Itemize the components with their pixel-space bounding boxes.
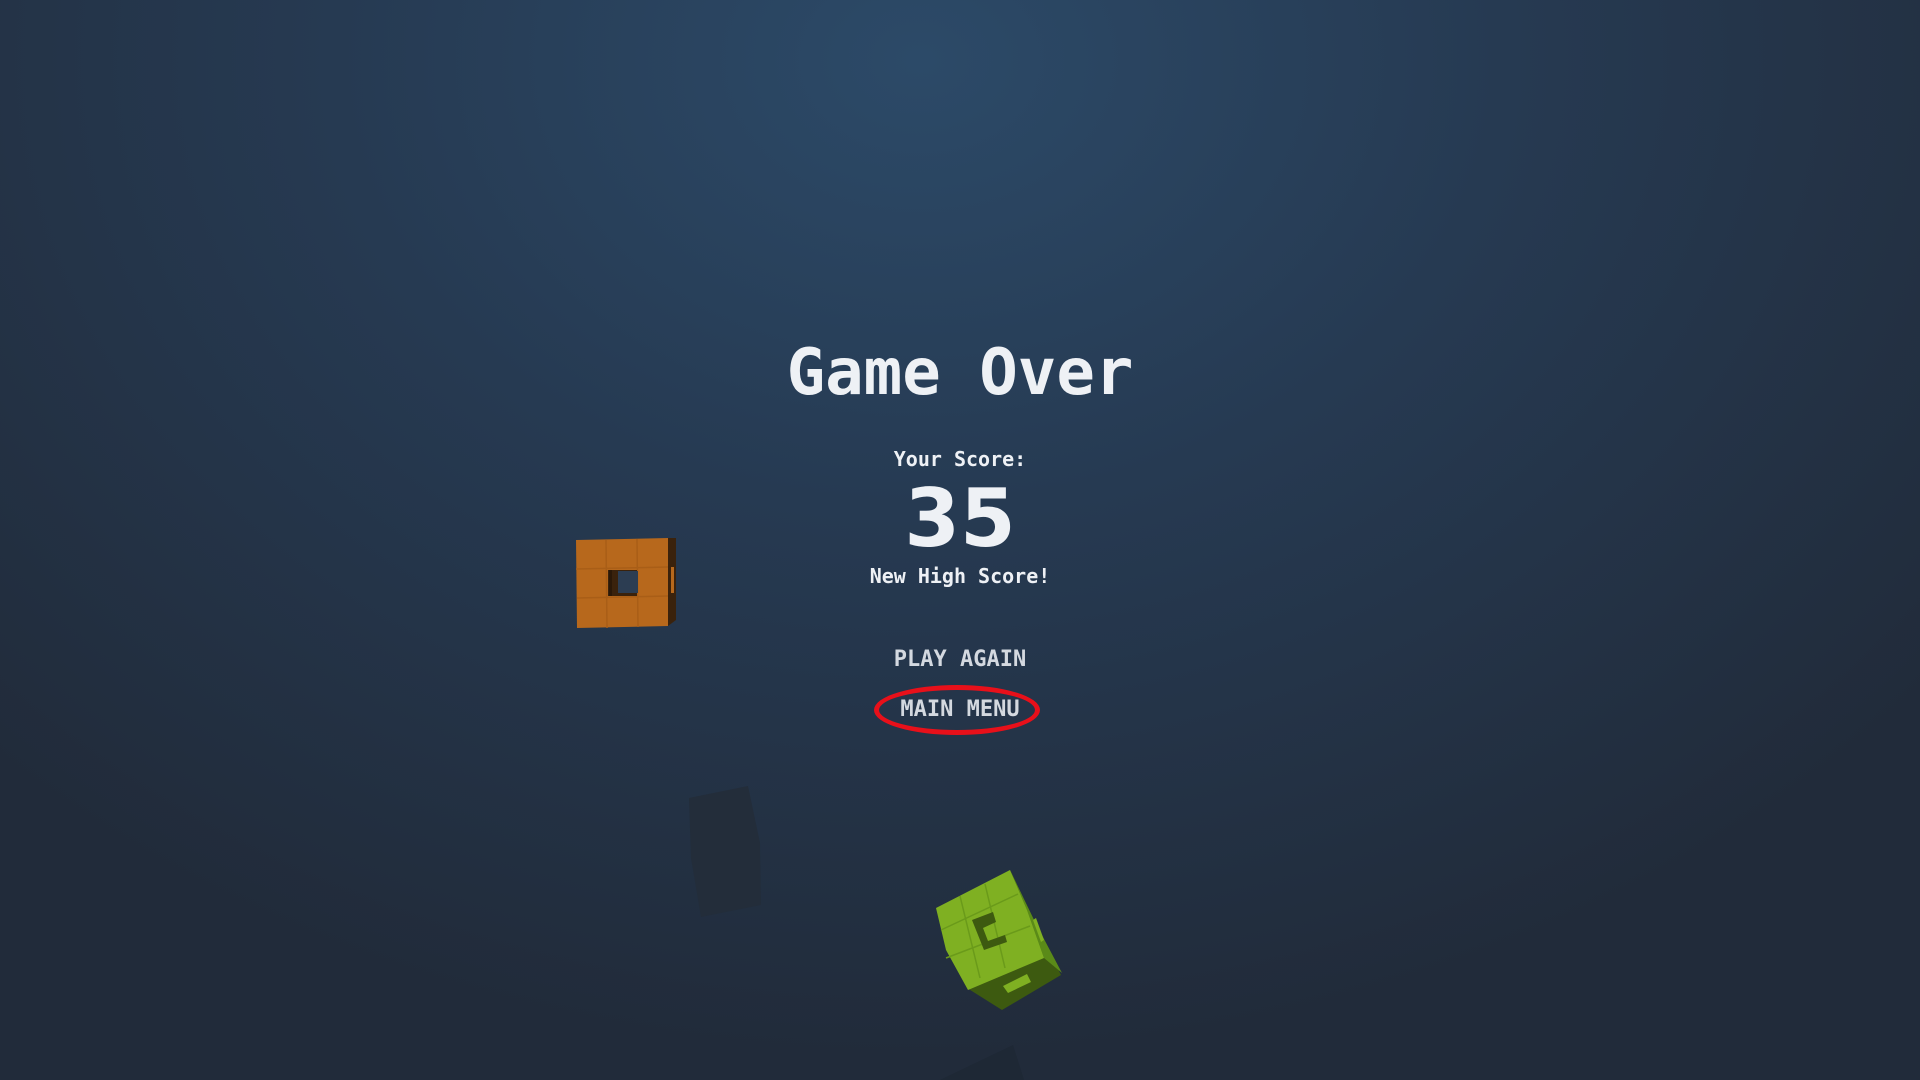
- game-over-screen: Game Over Your Score: 35 New High Score!…: [0, 0, 1920, 1080]
- play-again-button[interactable]: PLAY AGAIN: [860, 646, 1060, 674]
- score-label: Your Score:: [893, 447, 1027, 471]
- main-menu-button[interactable]: MAIN MENU: [860, 696, 1060, 724]
- score-value: 35: [904, 472, 1016, 565]
- high-score-message: New High Score!: [869, 564, 1051, 588]
- game-over-title: Game Over: [786, 336, 1134, 410]
